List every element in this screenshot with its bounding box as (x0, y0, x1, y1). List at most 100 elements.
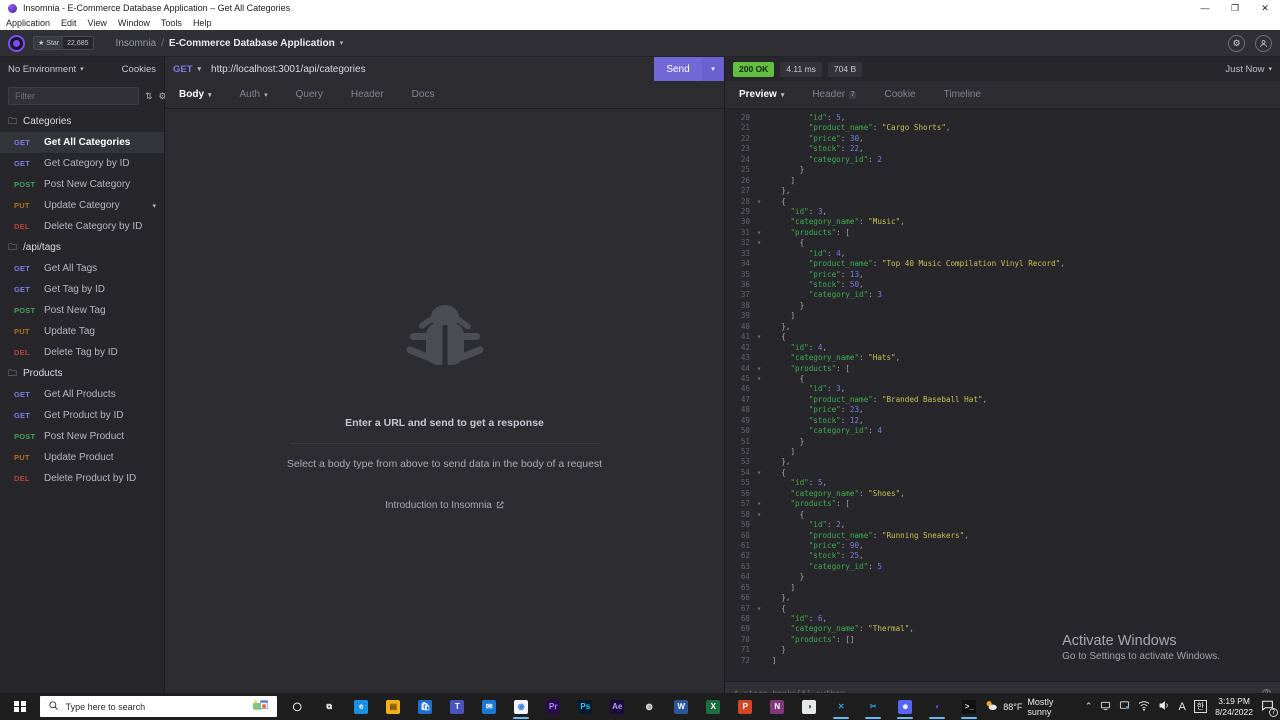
response-json-viewer[interactable]: 20 "id": 5, 21 "product_name": "Cargo Sho… (725, 109, 1280, 681)
taskbar-search[interactable]: Type here to search (39, 696, 278, 717)
language-indicator[interactable]: 한 (1193, 700, 1208, 713)
windows-start-icon[interactable] (0, 700, 40, 713)
fold-toggle-icon[interactable]: ▾ (755, 364, 763, 374)
fold-toggle-icon[interactable]: ▾ (755, 510, 763, 520)
fold-toggle-icon[interactable]: ▾ (755, 228, 763, 238)
weather-temp: 88°F (1003, 701, 1023, 712)
send-button[interactable]: Send (654, 57, 702, 81)
task-view-icon[interactable]: ◯ (281, 693, 313, 720)
news-weather-icon[interactable] (253, 699, 269, 714)
powerpoint-icon[interactable]: P (729, 693, 761, 720)
maximize-button[interactable]: ❐ (1220, 0, 1250, 16)
remote-desktop-icon[interactable] (1100, 700, 1111, 713)
menu-item-application[interactable]: Application (6, 18, 50, 28)
file-explorer-icon[interactable]: ▤ (377, 693, 409, 720)
after-effects-icon[interactable]: Ae (601, 693, 633, 720)
taskbar-clock[interactable]: 3:19 PM 8/24/2022 (1215, 696, 1253, 718)
tab-docs[interactable]: Docs (398, 81, 449, 108)
sidebar-request-get-all-categories[interactable]: GET Get All Categories (0, 132, 164, 153)
tab-auth[interactable]: Auth ▾ (226, 81, 282, 108)
fold-toggle-icon[interactable]: ▾ (755, 374, 763, 384)
fold-toggle-icon[interactable]: ▾ (755, 604, 763, 614)
chrome-icon[interactable]: ◉ (505, 693, 537, 720)
url-input[interactable]: http://localhost:3001/api/categories (209, 64, 654, 75)
environment-selector[interactable]: No Environment ▾ (8, 64, 84, 75)
github-star-badge[interactable]: ★ Star 22,685 (33, 36, 94, 50)
sort-icon[interactable]: ⇅ (145, 91, 153, 102)
sidebar-request-delete-tag-by-id[interactable]: DEL Delete Tag by ID (0, 342, 164, 363)
sidebar-request-get-tag-by-id[interactable]: GET Get Tag by ID (0, 279, 164, 300)
send-dropdown-icon[interactable]: ▾ (702, 57, 724, 81)
word-icon[interactable]: W (665, 693, 697, 720)
chevron-down-icon[interactable]: ▾ (152, 202, 156, 210)
cookies-button[interactable]: Cookies (122, 64, 156, 75)
sidebar-request-get-all-products[interactable]: GET Get All Products (0, 384, 164, 405)
vs-code-icon[interactable]: ✂ (857, 693, 889, 720)
font-icon[interactable]: A (1178, 701, 1185, 713)
tab-timeline[interactable]: Timeline (930, 81, 995, 108)
teams-icon[interactable]: T (441, 693, 473, 720)
tab-body[interactable]: Body ▾ (165, 81, 226, 108)
account-icon[interactable] (1255, 34, 1272, 52)
menu-item-edit[interactable]: Edit (61, 18, 77, 28)
insomnia-icon[interactable]: ◗ (921, 693, 953, 720)
discord-icon[interactable]: ☻ (889, 693, 921, 720)
mongodb-compass-icon[interactable]: ◑ (793, 693, 825, 720)
excel-icon[interactable]: X (697, 693, 729, 720)
sidebar-request-delete-category-by-id[interactable]: DEL Delete Category by ID (0, 216, 164, 237)
menu-item-view[interactable]: View (88, 18, 107, 28)
obs-studio-icon[interactable]: ◍ (633, 693, 665, 720)
vs-code-insiders-icon[interactable]: ✕ (825, 693, 857, 720)
premiere-pro-icon[interactable]: Pr (537, 693, 569, 720)
sidebar-request-update-product[interactable]: PUT Update Product (0, 447, 164, 468)
tab-header[interactable]: Header (337, 81, 398, 108)
terminal-icon[interactable]: >_ (953, 693, 985, 720)
volume-icon[interactable] (1158, 700, 1170, 713)
folder--api-tags[interactable]: 🗀 /api/tags (0, 237, 164, 258)
sidebar-request-update-tag[interactable]: PUT Update Tag (0, 321, 164, 342)
gear-icon[interactable]: ⚙ (1228, 34, 1245, 52)
tab-preview[interactable]: Preview ▾ (725, 81, 798, 108)
sidebar-request-post-new-product[interactable]: POST Post New Product (0, 426, 164, 447)
taskbar-weather[interactable]: 88°F Mostly sunny (985, 697, 1077, 717)
onenote-icon[interactable]: N (761, 693, 793, 720)
method-selector[interactable]: GET ▾ (165, 64, 209, 75)
breadcrumb-workspace[interactable]: Insomnia (116, 38, 157, 49)
photoshop-icon[interactable]: Ps (569, 693, 601, 720)
fold-toggle-icon[interactable]: ▾ (755, 499, 763, 509)
tab-query[interactable]: Query (282, 81, 337, 108)
mail-icon[interactable]: ✉ (473, 693, 505, 720)
introduction-link[interactable]: Introduction to Insomnia (385, 500, 504, 511)
tray-expand-icon[interactable]: ⌃ (1085, 701, 1093, 712)
breadcrumb-project[interactable]: E-Commerce Database Application (169, 38, 335, 49)
close-button[interactable]: ✕ (1250, 0, 1280, 16)
minimize-button[interactable]: — (1190, 0, 1220, 16)
fold-toggle-icon[interactable]: ▾ (755, 197, 763, 207)
sidebar-request-get-category-by-id[interactable]: GET Get Category by ID (0, 153, 164, 174)
chevron-down-icon[interactable]: ▾ (340, 39, 344, 47)
fold-toggle-icon[interactable]: ▾ (755, 468, 763, 478)
network-icon[interactable] (1138, 700, 1150, 713)
menu-item-window[interactable]: Window (118, 18, 150, 28)
tab-cookie[interactable]: Cookie (870, 81, 929, 108)
onedrive-icon[interactable] (1119, 700, 1130, 713)
fold-toggle-icon[interactable]: ▾ (755, 238, 763, 248)
response-timestamp[interactable]: Just Now ▾ (1225, 64, 1272, 75)
sidebar-request-post-new-tag[interactable]: POST Post New Tag (0, 300, 164, 321)
menu-item-tools[interactable]: Tools (161, 18, 182, 28)
microsoft-store-icon[interactable]: 🛍 (409, 693, 441, 720)
notification-icon[interactable]: 7 (1261, 699, 1278, 717)
folder-products[interactable]: 🗀 Products (0, 363, 164, 384)
sidebar-request-get-product-by-id[interactable]: GET Get Product by ID (0, 405, 164, 426)
fold-toggle-icon[interactable]: ▾ (755, 332, 763, 342)
edge-icon[interactable]: e (345, 693, 377, 720)
cortana-icon[interactable]: ⧉ (313, 693, 345, 720)
sidebar-request-delete-product-by-id[interactable]: DEL Delete Product by ID (0, 468, 164, 489)
filter-input[interactable] (8, 87, 139, 105)
menu-item-help[interactable]: Help (193, 18, 212, 28)
sidebar-request-get-all-tags[interactable]: GET Get All Tags (0, 258, 164, 279)
sidebar-request-post-new-category[interactable]: POST Post New Category (0, 174, 164, 195)
folder-categories[interactable]: 🗀 Categories (0, 111, 164, 132)
tab-header[interactable]: Header 7 (798, 81, 870, 108)
sidebar-request-update-category[interactable]: PUT Update Category ▾ (0, 195, 164, 216)
